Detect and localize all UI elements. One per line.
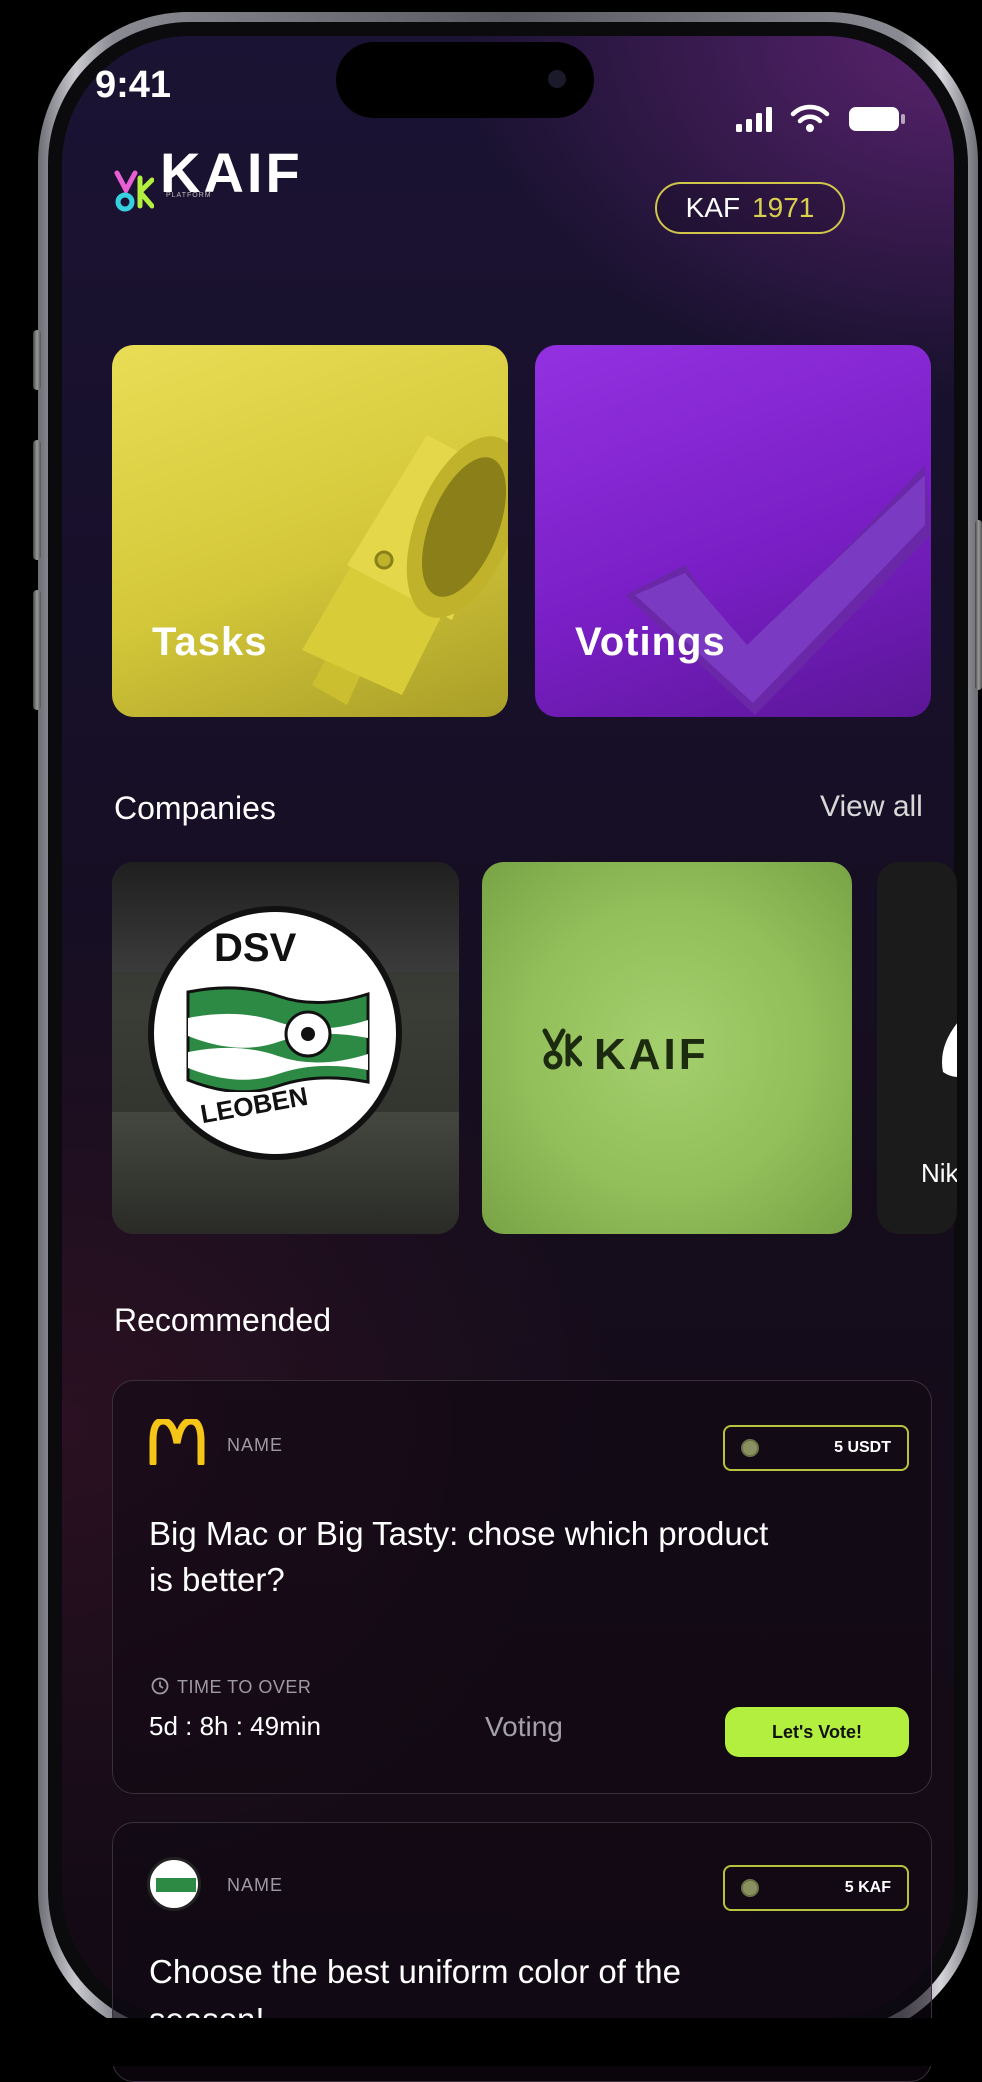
volume-up-button <box>33 440 41 560</box>
signal-icon <box>736 107 772 132</box>
reward-badge: 5 KAF <box>723 1865 909 1911</box>
question-line-1: Big Mac or Big Tasty: chose which produc… <box>149 1515 769 1552</box>
logo-subtitle: PLATFORM <box>166 192 212 199</box>
coin-icon <box>741 1879 759 1897</box>
recommended-card[interactable]: NAME 5 USDT Big Mac or Big Tasty: chose … <box>112 1380 932 1794</box>
question-line-1: Choose the best uniform color of the <box>149 1953 681 1990</box>
volume-down-button <box>33 590 41 710</box>
dsv-badge-top: DSV <box>214 926 297 970</box>
countdown-value: 5d : 8h : 49min <box>149 1711 321 1741</box>
tasks-label: Tasks <box>152 620 268 664</box>
wifi-icon <box>790 104 830 132</box>
recommended-title: Recommended <box>114 1302 331 1338</box>
frame-bottom-mask <box>62 2018 954 2066</box>
reward-amount: 5 USDT <box>834 1439 891 1456</box>
power-button <box>975 520 982 690</box>
battery-icon <box>849 107 905 131</box>
view-all-link[interactable]: View all <box>820 790 923 824</box>
nike-label: Nik <box>921 1158 957 1188</box>
action-button <box>33 330 41 390</box>
checkmark-icon <box>625 465 931 715</box>
dsv-crest: DSV LEOBEN <box>148 906 402 1160</box>
company-card-kaif[interactable]: KAIF <box>482 862 852 1234</box>
votings-tile[interactable]: Votings <box>535 345 931 717</box>
mcdonalds-logo-icon <box>149 1419 205 1465</box>
kaif-logo-icon <box>542 1028 582 1070</box>
company-card-dsv[interactable]: DSV LEOBEN <box>112 862 459 1234</box>
time-to-over-label: TIME TO OVER <box>177 1677 312 1697</box>
camera-icon <box>548 70 566 88</box>
reward-amount: 5 KAF <box>844 1879 891 1896</box>
lets-vote-button[interactable]: Let's Vote! <box>725 1707 909 1757</box>
brand-name-label: NAME <box>227 1435 284 1455</box>
flag-icon <box>186 986 370 1092</box>
brand-name-label: NAME <box>227 1875 284 1895</box>
nike-logo-icon <box>942 1023 957 1077</box>
megaphone-icon <box>302 435 508 705</box>
tasks-tile[interactable]: Tasks <box>112 345 508 717</box>
kaif-logo-icon <box>114 170 154 212</box>
balance-currency: KAF <box>685 192 741 223</box>
card-type-label: Voting <box>485 1711 563 1742</box>
kaif-company-logo-text: KAIF <box>594 1030 709 1079</box>
dsv-avatar <box>147 1857 201 1911</box>
coin-icon <box>741 1439 759 1457</box>
votings-label: Votings <box>575 620 726 664</box>
balance-badge[interactable]: KAF 1971 <box>655 182 845 234</box>
avatar-flag-stripe <box>156 1878 196 1892</box>
companies-title: Companies <box>114 790 276 826</box>
reward-badge: 5 USDT <box>723 1425 909 1471</box>
balance-amount: 1971 <box>752 192 815 223</box>
clock-icon <box>151 1677 169 1695</box>
status-time: 9:41 <box>95 64 172 106</box>
company-card-nike[interactable]: Nik <box>877 862 957 1234</box>
question-line-2: is better? <box>149 1561 285 1598</box>
